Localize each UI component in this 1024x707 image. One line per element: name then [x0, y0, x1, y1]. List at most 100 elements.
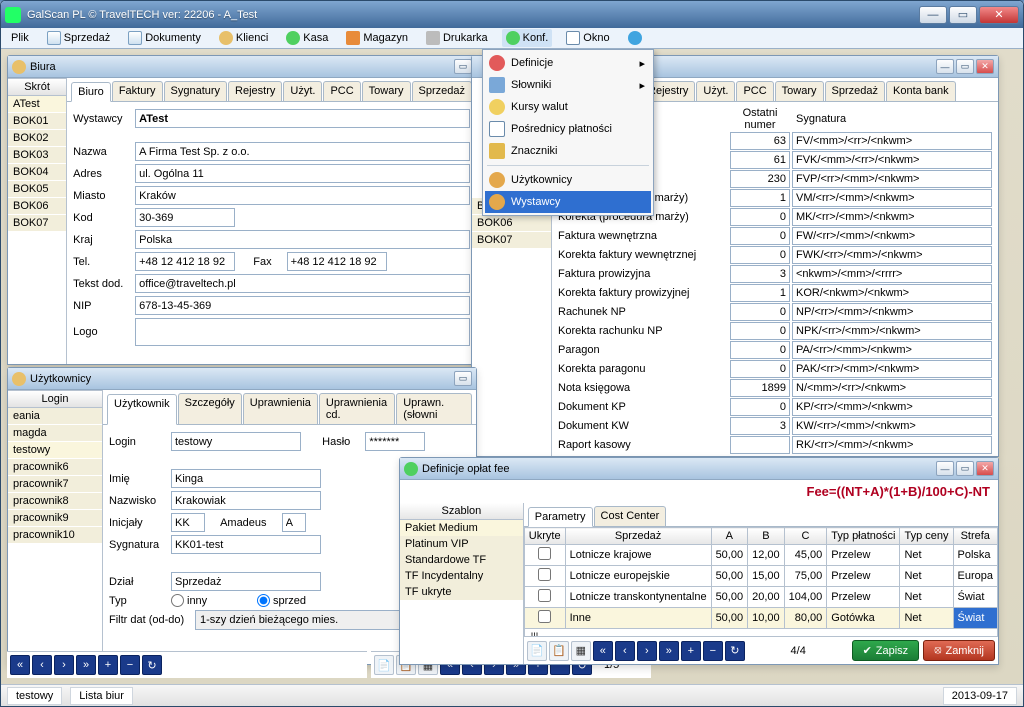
sygnatura-num[interactable] [730, 379, 790, 397]
field-imie[interactable] [171, 469, 321, 488]
biura-restore[interactable]: ▭ [454, 59, 472, 74]
menu-drukarka[interactable]: Drukarka [422, 29, 492, 47]
fee-del[interactable]: − [703, 641, 723, 661]
user-row[interactable]: pracownik6 [8, 459, 102, 476]
col-typ[interactable]: Typ płatności [827, 528, 900, 545]
user-row[interactable]: eania [8, 408, 102, 425]
sygnatura-val[interactable] [792, 398, 992, 416]
field-logo[interactable] [135, 318, 470, 346]
user-tab[interactable]: Uprawnienia [243, 393, 318, 424]
fee-hidden-check[interactable] [538, 610, 551, 623]
fee-tab[interactable]: Parametry [528, 507, 593, 527]
biura-row[interactable]: ATest [8, 96, 66, 113]
nav-first[interactable]: « [10, 655, 30, 675]
sygnatura-num[interactable] [730, 189, 790, 207]
fee-maximize[interactable]: ▭ [956, 461, 974, 476]
nav-add[interactable]: + [98, 655, 118, 675]
field-kraj[interactable] [135, 230, 470, 249]
sygnatura-val[interactable] [792, 322, 992, 340]
close-button[interactable]: ✕ [979, 6, 1019, 24]
field-haslo[interactable] [365, 432, 425, 451]
fee-row[interactable]: Lotnicze europejskie50,0015,0075,00Przel… [524, 566, 997, 587]
fee-paste[interactable]: 📋 [549, 641, 569, 661]
sygnatura-val[interactable] [792, 132, 992, 150]
field-kod[interactable] [135, 208, 235, 227]
biura2-close[interactable]: ✕ [976, 59, 994, 74]
biura-row[interactable]: BOK06 [8, 198, 66, 215]
sygnatura-val[interactable] [792, 227, 992, 245]
nav-last[interactable]: » [76, 655, 96, 675]
user-row[interactable]: pracownik10 [8, 527, 102, 544]
sygnatura-num[interactable] [730, 151, 790, 169]
nav-prev[interactable]: ‹ [32, 655, 52, 675]
sygnatura-val[interactable] [792, 189, 992, 207]
biura-row[interactable]: BOK03 [8, 147, 66, 164]
field-miasto[interactable] [135, 186, 470, 205]
biura-row[interactable]: BOK01 [8, 113, 66, 130]
fee-add[interactable]: + [681, 641, 701, 661]
fee-close-button[interactable]: ⦻ Zamknij [923, 640, 995, 661]
fee-tab[interactable]: Cost Center [594, 506, 667, 526]
szablon-row[interactable]: TF Incydentalny [400, 568, 523, 584]
biura-tab[interactable]: Faktury [112, 81, 163, 101]
sygnatura-val[interactable] [792, 246, 992, 264]
field-tel[interactable] [135, 252, 235, 271]
fee-hidden-check[interactable] [538, 568, 551, 581]
sygnatura-num[interactable] [730, 208, 790, 226]
col-a[interactable]: A [711, 528, 748, 545]
field-adres[interactable] [135, 164, 470, 183]
sygnatura-val[interactable] [792, 379, 992, 397]
col-cena[interactable]: Typ ceny [900, 528, 953, 545]
szablon-row[interactable]: Pakiet Medium [400, 520, 523, 536]
sygnatura-num[interactable] [730, 303, 790, 321]
col-ukryte[interactable]: Ukryte [524, 528, 565, 545]
biura2-tab[interactable]: Sprzedaż [825, 81, 885, 101]
nav-next[interactable]: › [54, 655, 74, 675]
field-login[interactable] [171, 432, 301, 451]
sygnatura-num[interactable] [730, 227, 790, 245]
sygnatura-val[interactable] [792, 417, 992, 435]
biura-tab[interactable]: Towary [362, 81, 411, 101]
biura-row[interactable]: BOK04 [8, 164, 66, 181]
fee-refresh[interactable]: ↻ [725, 641, 745, 661]
nav-refresh[interactable]: ↻ [142, 655, 162, 675]
sygnatura-num[interactable] [730, 398, 790, 416]
biura-row[interactable]: BOK07 [8, 215, 66, 232]
menu-magazyn[interactable]: Magazyn [342, 29, 412, 47]
field-nazwisko[interactable] [171, 491, 321, 510]
sygnatura-val[interactable] [792, 151, 992, 169]
menu-help[interactable] [624, 29, 646, 47]
biura-row[interactable]: BOK05 [8, 181, 66, 198]
field-nip[interactable] [135, 296, 470, 315]
sygnatura-val[interactable] [792, 341, 992, 359]
field-dzial[interactable] [171, 572, 321, 591]
konf-kursy[interactable]: Kursy walut [485, 96, 651, 118]
fee-copy[interactable]: 📄 [527, 641, 547, 661]
fee-row[interactable]: Lotnicze krajowe50,0012,0045,00PrzelewNe… [524, 545, 997, 566]
maximize-button[interactable]: ▭ [949, 6, 977, 24]
fee-row[interactable]: Inne50,0010,0080,00GotówkaNetŚwiat [524, 608, 997, 629]
biura2-tab[interactable]: Użyt. [696, 81, 735, 101]
menu-konf[interactable]: Konf. [502, 29, 553, 47]
fee-close[interactable]: ✕ [976, 461, 994, 476]
user-row[interactable]: pracownik9 [8, 510, 102, 527]
konf-uzytkownicy[interactable]: Użytkownicy [485, 169, 651, 191]
szablon-row[interactable]: TF ukryte [400, 584, 523, 600]
biura2-minimize[interactable]: — [936, 59, 954, 74]
biura-tab[interactable]: Rejestry [228, 81, 282, 101]
biura-tab[interactable]: Sygnatury [164, 81, 228, 101]
fee-hidden-check[interactable] [538, 547, 551, 560]
sygnatura-val[interactable] [792, 170, 992, 188]
field-inicjaly[interactable] [171, 513, 205, 532]
sygnatura-val[interactable] [792, 303, 992, 321]
radio-inny[interactable] [171, 594, 184, 607]
biura2-tab[interactable]: Konta bank [886, 81, 956, 101]
field-nazwa[interactable] [135, 142, 470, 161]
biura2-maximize[interactable]: ▭ [956, 59, 974, 74]
konf-slowniki[interactable]: Słowniki▸ [485, 74, 651, 96]
menu-kasa[interactable]: Kasa [282, 29, 332, 47]
fee-prev[interactable]: ‹ [615, 641, 635, 661]
biura-tab[interactable]: Biuro [71, 82, 111, 102]
fee-hidden-check[interactable] [538, 589, 551, 602]
konf-znaczniki[interactable]: Znaczniki [485, 140, 651, 162]
